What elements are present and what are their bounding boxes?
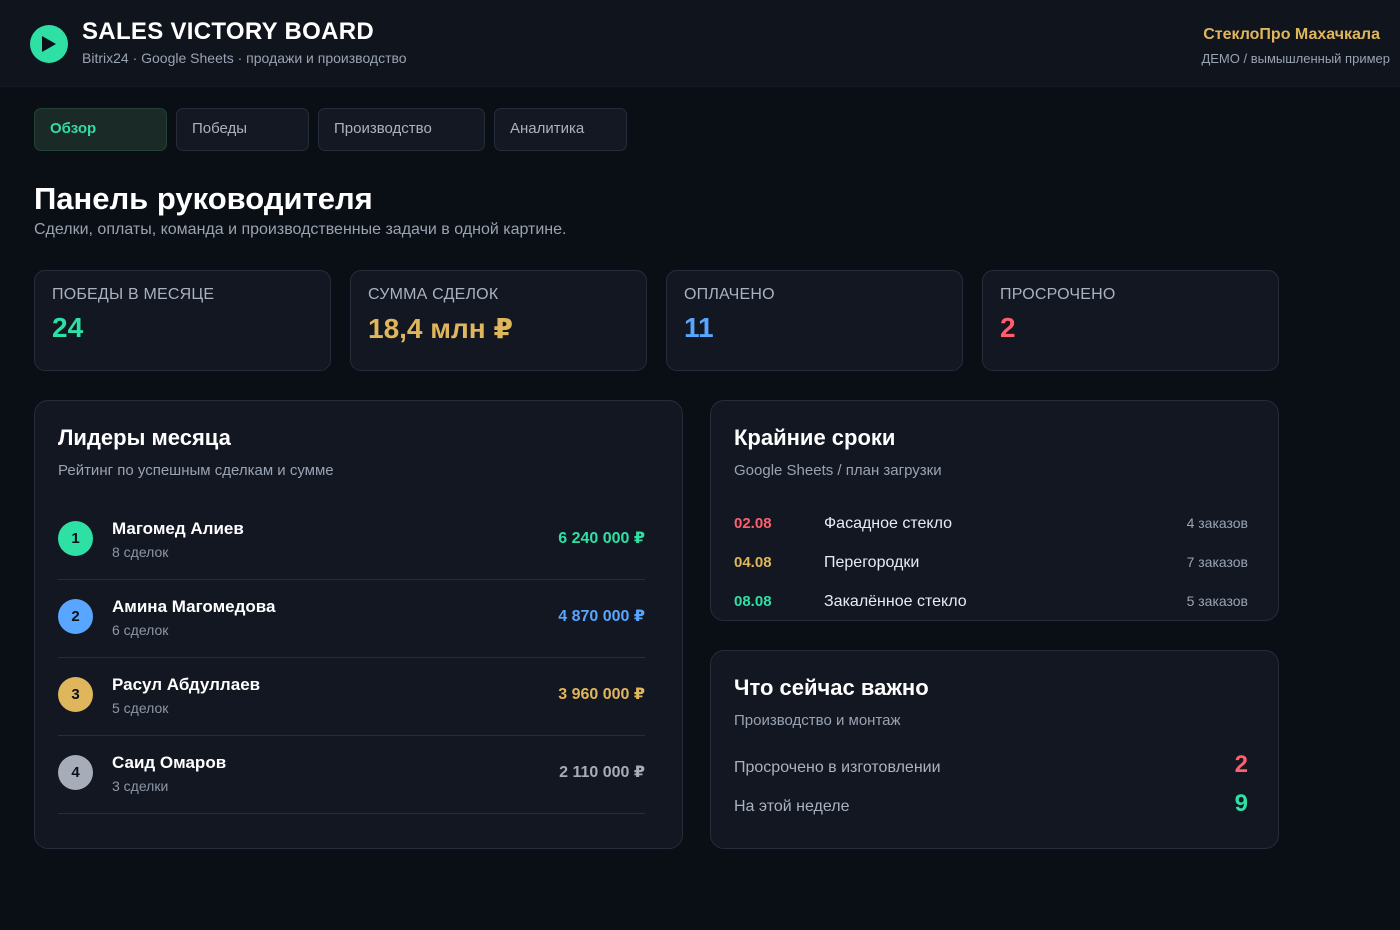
kpi-label: ПОБЕДЫ В МЕСЯЦЕ (52, 286, 215, 303)
app-subtitle: Bitrix24 · Google Sheets · продажи и про… (82, 50, 407, 66)
leader-row[interactable]: 2 Амина Магомедова 6 сделок 4 870 000 ₽ (58, 580, 645, 658)
app-title: SALES VICTORY BOARD (82, 18, 374, 45)
kpi-value: 11 (684, 312, 714, 343)
leader-deals: 5 сделок (112, 700, 169, 716)
leader-deals: 3 сделки (112, 778, 169, 794)
leader-name: Саид Омаров (112, 753, 227, 772)
leader-row[interactable]: 4 Саид Омаров 3 сделки 2 110 000 ₽ (58, 736, 645, 814)
leader-name: Расул Абдуллаев (112, 675, 261, 694)
leader-row[interactable]: 3 Расул Абдуллаев 5 сделок 3 960 000 ₽ (58, 658, 645, 736)
deadline-date: 02.08 (734, 515, 772, 532)
deadline-name: Перегородки (824, 554, 920, 571)
leader-deals: 6 сделок (112, 622, 169, 638)
deadline-name: Фасадное стекло (824, 515, 953, 532)
company-note: ДЕМО / вымышленный пример (1201, 51, 1390, 66)
deadline-date: 04.08 (734, 554, 772, 571)
kpi-card-paid: ОПЛАЧЕНО 11 (666, 270, 963, 371)
important-row[interactable]: На этой неделе 9 (734, 788, 1248, 822)
rank-badge: 1 (58, 521, 93, 556)
top-bar: SALES VICTORY BOARD Bitrix24 · Google Sh… (0, 0, 1400, 87)
panel-title: Крайние сроки (734, 425, 896, 450)
kpi-label: СУММА СДЕЛОК (368, 286, 499, 303)
panel-subtitle: Рейтинг по успешным сделкам и сумме (58, 462, 334, 479)
panel-title: Лидеры месяца (58, 425, 231, 450)
leader-sum: 3 960 000 ₽ (558, 686, 645, 703)
important-label: На этой неделе (734, 798, 850, 815)
panel-subtitle: Производство и монтаж (734, 712, 901, 729)
page-subtitle: Сделки, оплаты, команда и производственн… (34, 221, 567, 238)
leader-deals: 8 сделок (112, 544, 169, 560)
leader-sum: 6 240 000 ₽ (558, 530, 645, 547)
leader-sum: 4 870 000 ₽ (558, 608, 645, 625)
play-icon (30, 25, 68, 63)
deadline-row[interactable]: 08.08 Закалённое стекло 5 заказов (734, 587, 1248, 617)
deadline-date: 08.08 (734, 593, 772, 610)
leader-name: Магомед Алиев (112, 519, 244, 538)
panel-subtitle: Google Sheets / план загрузки (734, 462, 942, 479)
kpi-value: 2 (1000, 312, 1016, 343)
important-value: 2 (1234, 751, 1248, 778)
important-value: 9 (1234, 790, 1248, 817)
leaders-panel: Лидеры месяца Рейтинг по успешным сделка… (34, 400, 683, 849)
rank-badge: 3 (58, 677, 93, 712)
deadline-count: 5 заказов (1186, 593, 1248, 609)
tab-production[interactable]: Производство (318, 108, 485, 151)
kpi-card-deal-sum: СУММА СДЕЛОК 18,4 млн ₽ (350, 270, 647, 371)
kpi-card-wins: ПОБЕДЫ В МЕСЯЦЕ 24 (34, 270, 331, 371)
kpi-label: ОПЛАЧЕНО (684, 286, 775, 303)
important-panel: Что сейчас важно Производство и монтаж П… (710, 650, 1279, 849)
tab-overview[interactable]: Обзор (34, 108, 167, 151)
kpi-card-overdue: ПРОСРОЧЕНО 2 (982, 270, 1279, 371)
rank-badge: 2 (58, 599, 93, 634)
page-title: Панель руководителя (34, 181, 373, 216)
important-row[interactable]: Просрочено в изготовлении 2 (734, 749, 1248, 783)
kpi-value: 18,4 млн ₽ (368, 313, 513, 344)
leader-row[interactable]: 1 Магомед Алиев 8 сделок 6 240 000 ₽ (58, 502, 645, 580)
company-name: СтеклоПро Махачкала (1203, 26, 1380, 43)
important-label: Просрочено в изготовлении (734, 759, 941, 776)
leader-name: Амина Магомедова (112, 597, 276, 616)
deadlines-panel: Крайние сроки Google Sheets / план загру… (710, 400, 1279, 621)
deadline-row[interactable]: 02.08 Фасадное стекло 4 заказов (734, 509, 1248, 539)
tab-analytics[interactable]: Аналитика (494, 108, 627, 151)
deadline-name: Закалённое стекло (824, 593, 967, 610)
kpi-value: 24 (52, 312, 84, 343)
panel-title: Что сейчас важно (734, 675, 929, 700)
leader-sum: 2 110 000 ₽ (559, 764, 645, 781)
deadline-count: 7 заказов (1186, 554, 1248, 570)
kpi-label: ПРОСРОЧЕНО (1000, 286, 1116, 303)
deadline-count: 4 заказов (1186, 515, 1248, 531)
tab-wins[interactable]: Победы (176, 108, 309, 151)
rank-badge: 4 (58, 755, 93, 790)
deadline-row[interactable]: 04.08 Перегородки 7 заказов (734, 548, 1248, 578)
